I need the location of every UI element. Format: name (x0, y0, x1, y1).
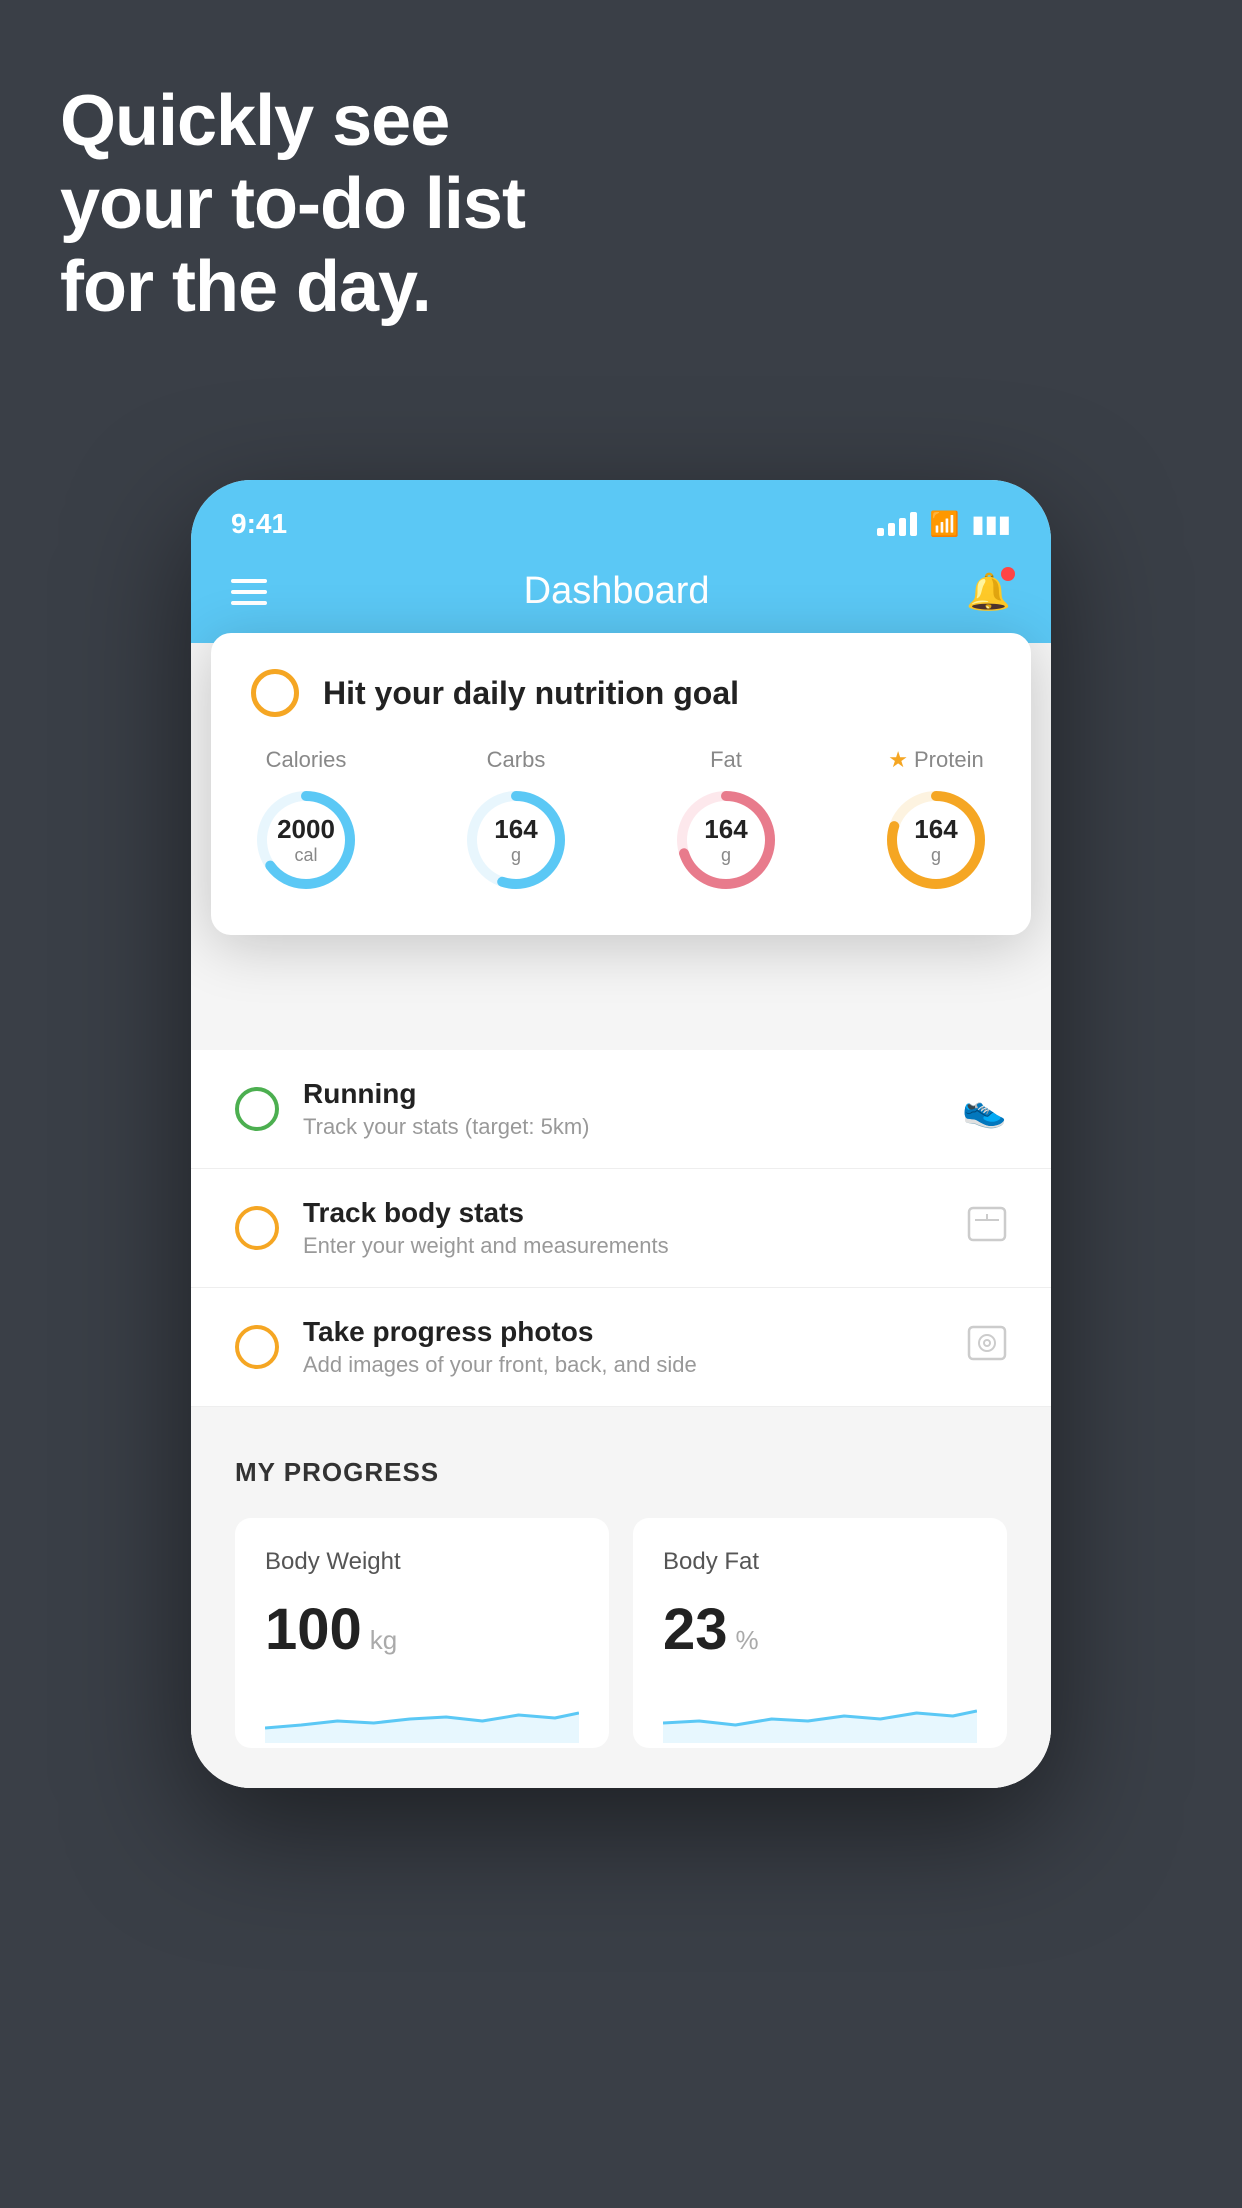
carbs-value: 164 g (494, 814, 537, 866)
status-icons: 📶 ▮▮▮ (877, 510, 1011, 539)
progress-header: MY PROGRESS (235, 1457, 1007, 1488)
scale-icon (967, 1206, 1007, 1251)
running-title: Running (303, 1078, 938, 1110)
nutrition-fat: Fat 164 g (671, 747, 781, 895)
app-header: Dashboard 🔔 (191, 550, 1051, 643)
nutrition-card: Hit your daily nutrition goal Calories 2… (211, 633, 1031, 935)
body-fat-sparkline (663, 1683, 977, 1743)
status-bar: 9:41 📶 ▮▮▮ (191, 480, 1051, 550)
wifi-icon: 📶 (929, 510, 959, 539)
body-stats-desc: Enter your weight and measurements (303, 1233, 943, 1259)
hamburger-line (231, 590, 267, 594)
nutrition-calories: Calories 2000 cal (251, 747, 361, 895)
protein-label-row: ★ Protein (888, 747, 983, 773)
hamburger-line (231, 601, 267, 605)
body-fat-value-row: 23 % (663, 1596, 977, 1663)
todo-list: Running Track your stats (target: 5km) 👟… (191, 1050, 1051, 1407)
body-stats-text: Track body stats Enter your weight and m… (303, 1197, 943, 1259)
progress-cards: Body Weight 100 kg Body Fat 23 % (235, 1518, 1007, 1748)
body-weight-value-row: 100 kg (265, 1596, 579, 1663)
hero-text: Quickly see your to-do list for the day. (60, 80, 525, 328)
todo-item-running[interactable]: Running Track your stats (target: 5km) 👟 (191, 1050, 1051, 1169)
body-weight-title: Body Weight (265, 1548, 579, 1576)
fat-label: Fat (710, 747, 742, 773)
body-fat-number: 23 (663, 1596, 728, 1663)
calories-ring: 2000 cal (251, 785, 361, 895)
todo-item-photos[interactable]: Take progress photos Add images of your … (191, 1288, 1051, 1407)
hero-line1: Quickly see (60, 80, 525, 163)
protein-ring: 164 g (881, 785, 991, 895)
header-title: Dashboard (524, 570, 710, 613)
progress-section: MY PROGRESS Body Weight 100 kg B (191, 1407, 1051, 1788)
nutrition-protein: ★ Protein 164 g (881, 747, 991, 895)
body-fat-card[interactable]: Body Fat 23 % (633, 1518, 1007, 1748)
hamburger-line (231, 579, 267, 583)
notification-dot (1001, 567, 1015, 581)
todo-item-body-stats[interactable]: Track body stats Enter your weight and m… (191, 1169, 1051, 1288)
card-title-row: Hit your daily nutrition goal (251, 669, 991, 717)
running-text: Running Track your stats (target: 5km) (303, 1078, 938, 1140)
carbs-ring: 164 g (461, 785, 571, 895)
photos-text: Take progress photos Add images of your … (303, 1316, 943, 1378)
photo-icon (967, 1325, 1007, 1370)
hero-line3: for the day. (60, 246, 525, 329)
body-fat-title: Body Fat (663, 1548, 977, 1576)
photos-desc: Add images of your front, back, and side (303, 1352, 943, 1378)
menu-button[interactable] (231, 579, 267, 605)
body-weight-card[interactable]: Body Weight 100 kg (235, 1518, 609, 1748)
star-icon: ★ (888, 747, 908, 773)
notification-button[interactable]: 🔔 (966, 571, 1011, 613)
body-stats-title: Track body stats (303, 1197, 943, 1229)
battery-icon: ▮▮▮ (971, 510, 1011, 539)
calories-label: Calories (266, 747, 347, 773)
protein-value: 164 g (914, 814, 957, 866)
nutrition-carbs: Carbs 164 g (461, 747, 571, 895)
signal-icon (877, 512, 917, 536)
status-time: 9:41 (231, 508, 287, 540)
hero-line2: your to-do list (60, 163, 525, 246)
nutrition-grid: Calories 2000 cal Carbs (251, 747, 991, 895)
body-weight-unit: kg (370, 1625, 397, 1656)
fat-ring: 164 g (671, 785, 781, 895)
body-weight-sparkline (265, 1683, 579, 1743)
protein-label: Protein (914, 747, 984, 773)
calories-value: 2000 cal (277, 814, 335, 866)
body-weight-number: 100 (265, 1596, 362, 1663)
body-fat-unit: % (736, 1625, 759, 1656)
running-desc: Track your stats (target: 5km) (303, 1114, 938, 1140)
fat-value: 164 g (704, 814, 747, 866)
running-check[interactable] (235, 1087, 279, 1131)
body-stats-check[interactable] (235, 1206, 279, 1250)
task-check-circle[interactable] (251, 669, 299, 717)
phone-mockup: 9:41 📶 ▮▮▮ Dashboard 🔔 THINGS TO D (191, 480, 1051, 1788)
photos-check[interactable] (235, 1325, 279, 1369)
shoe-icon: 👟 (962, 1088, 1007, 1130)
app-content: THINGS TO DO TODAY Hit your daily nutrit… (191, 643, 1051, 1788)
photos-title: Take progress photos (303, 1316, 943, 1348)
carbs-label: Carbs (487, 747, 546, 773)
card-title: Hit your daily nutrition goal (323, 675, 739, 712)
